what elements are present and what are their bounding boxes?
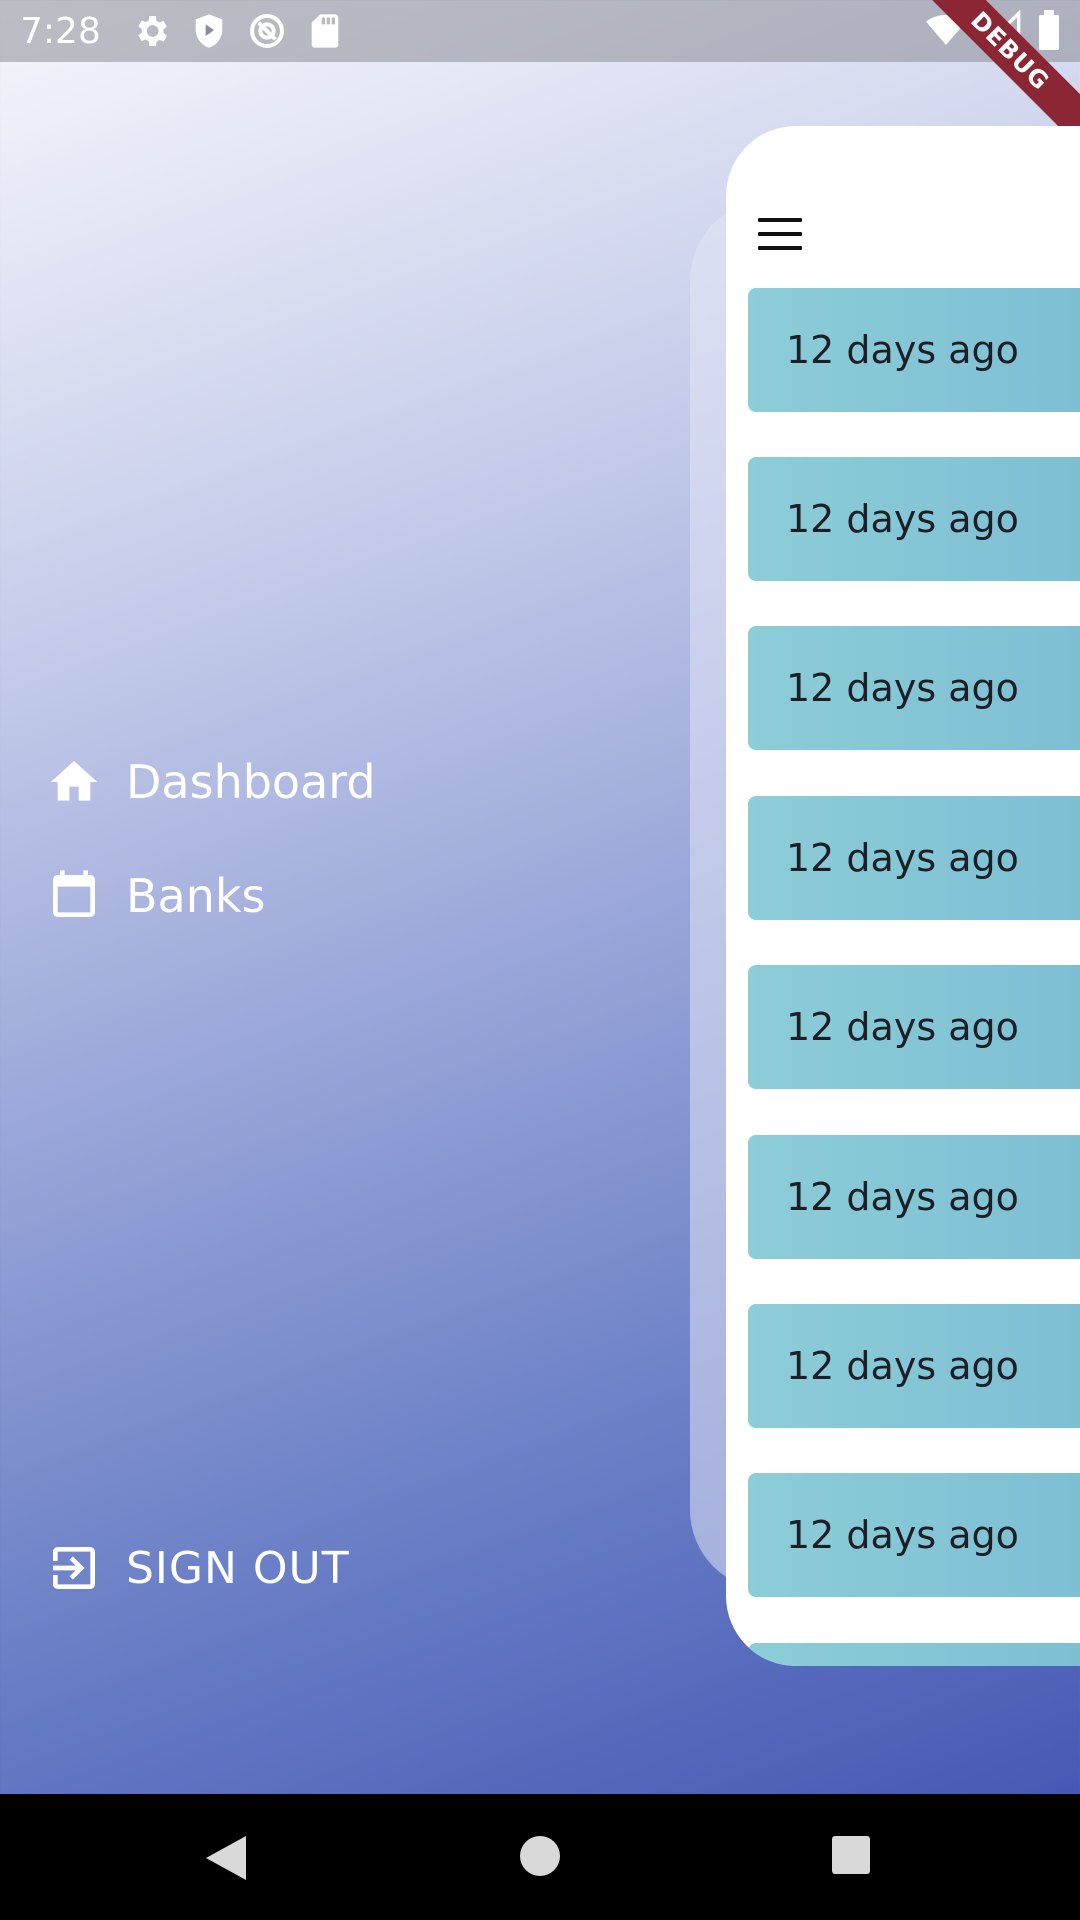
recents-icon[interactable] xyxy=(830,1834,872,1876)
sign-out-label: SIGN OUT xyxy=(126,1542,350,1594)
list-item[interactable]: 12 days ago xyxy=(748,1304,1080,1428)
list-item-time: 12 days ago xyxy=(786,1175,1019,1219)
main-screen-card[interactable]: 12 days ago 12 days ago 12 days ago 12 d… xyxy=(726,126,1080,1666)
list-item-time: 12 days ago xyxy=(786,666,1019,710)
sign-out-icon xyxy=(44,1538,104,1598)
home-icon xyxy=(44,752,104,812)
settings-icon xyxy=(131,11,171,51)
list-item-time: 12 days ago xyxy=(786,1005,1019,1049)
list-item-time: 12 days ago xyxy=(786,1344,1019,1388)
list-item-time: 12 days ago xyxy=(786,1513,1019,1557)
list-item[interactable]: 12 days ago xyxy=(748,965,1080,1089)
list-item[interactable]: 12 days ago xyxy=(748,288,1080,412)
drawer-item-dashboard[interactable]: Dashboard xyxy=(44,752,376,812)
at-sign-icon xyxy=(247,11,287,51)
status-bar: 7:28 xyxy=(0,0,1080,62)
status-time: 7:28 xyxy=(20,10,101,52)
shield-play-icon xyxy=(189,11,229,51)
drawer-item-label: Dashboard xyxy=(126,755,376,809)
list-item[interactable]: 12 days ago xyxy=(748,626,1080,750)
sign-out-button[interactable]: SIGN OUT xyxy=(44,1538,350,1598)
drawer-item-banks[interactable]: Banks xyxy=(44,866,266,926)
back-icon[interactable] xyxy=(204,1834,248,1882)
list-item-partial[interactable] xyxy=(748,1643,1080,1666)
list-item[interactable]: 12 days ago xyxy=(748,796,1080,920)
list-item-time: 12 days ago xyxy=(786,836,1019,880)
sd-card-icon xyxy=(305,11,345,51)
home-circle-icon[interactable] xyxy=(518,1834,562,1878)
calendar-icon xyxy=(44,866,104,926)
list-item-time: 12 days ago xyxy=(786,328,1019,372)
list-item[interactable]: 12 days ago xyxy=(748,457,1080,581)
battery-icon xyxy=(1039,10,1059,50)
list-item-time: 12 days ago xyxy=(786,497,1019,541)
drawer-item-label: Banks xyxy=(126,869,266,923)
list-item[interactable]: 12 days ago xyxy=(748,1473,1080,1597)
list-item[interactable]: 12 days ago xyxy=(748,1135,1080,1259)
hamburger-menu-icon[interactable] xyxy=(758,218,802,250)
system-nav-bar xyxy=(0,1794,1080,1920)
